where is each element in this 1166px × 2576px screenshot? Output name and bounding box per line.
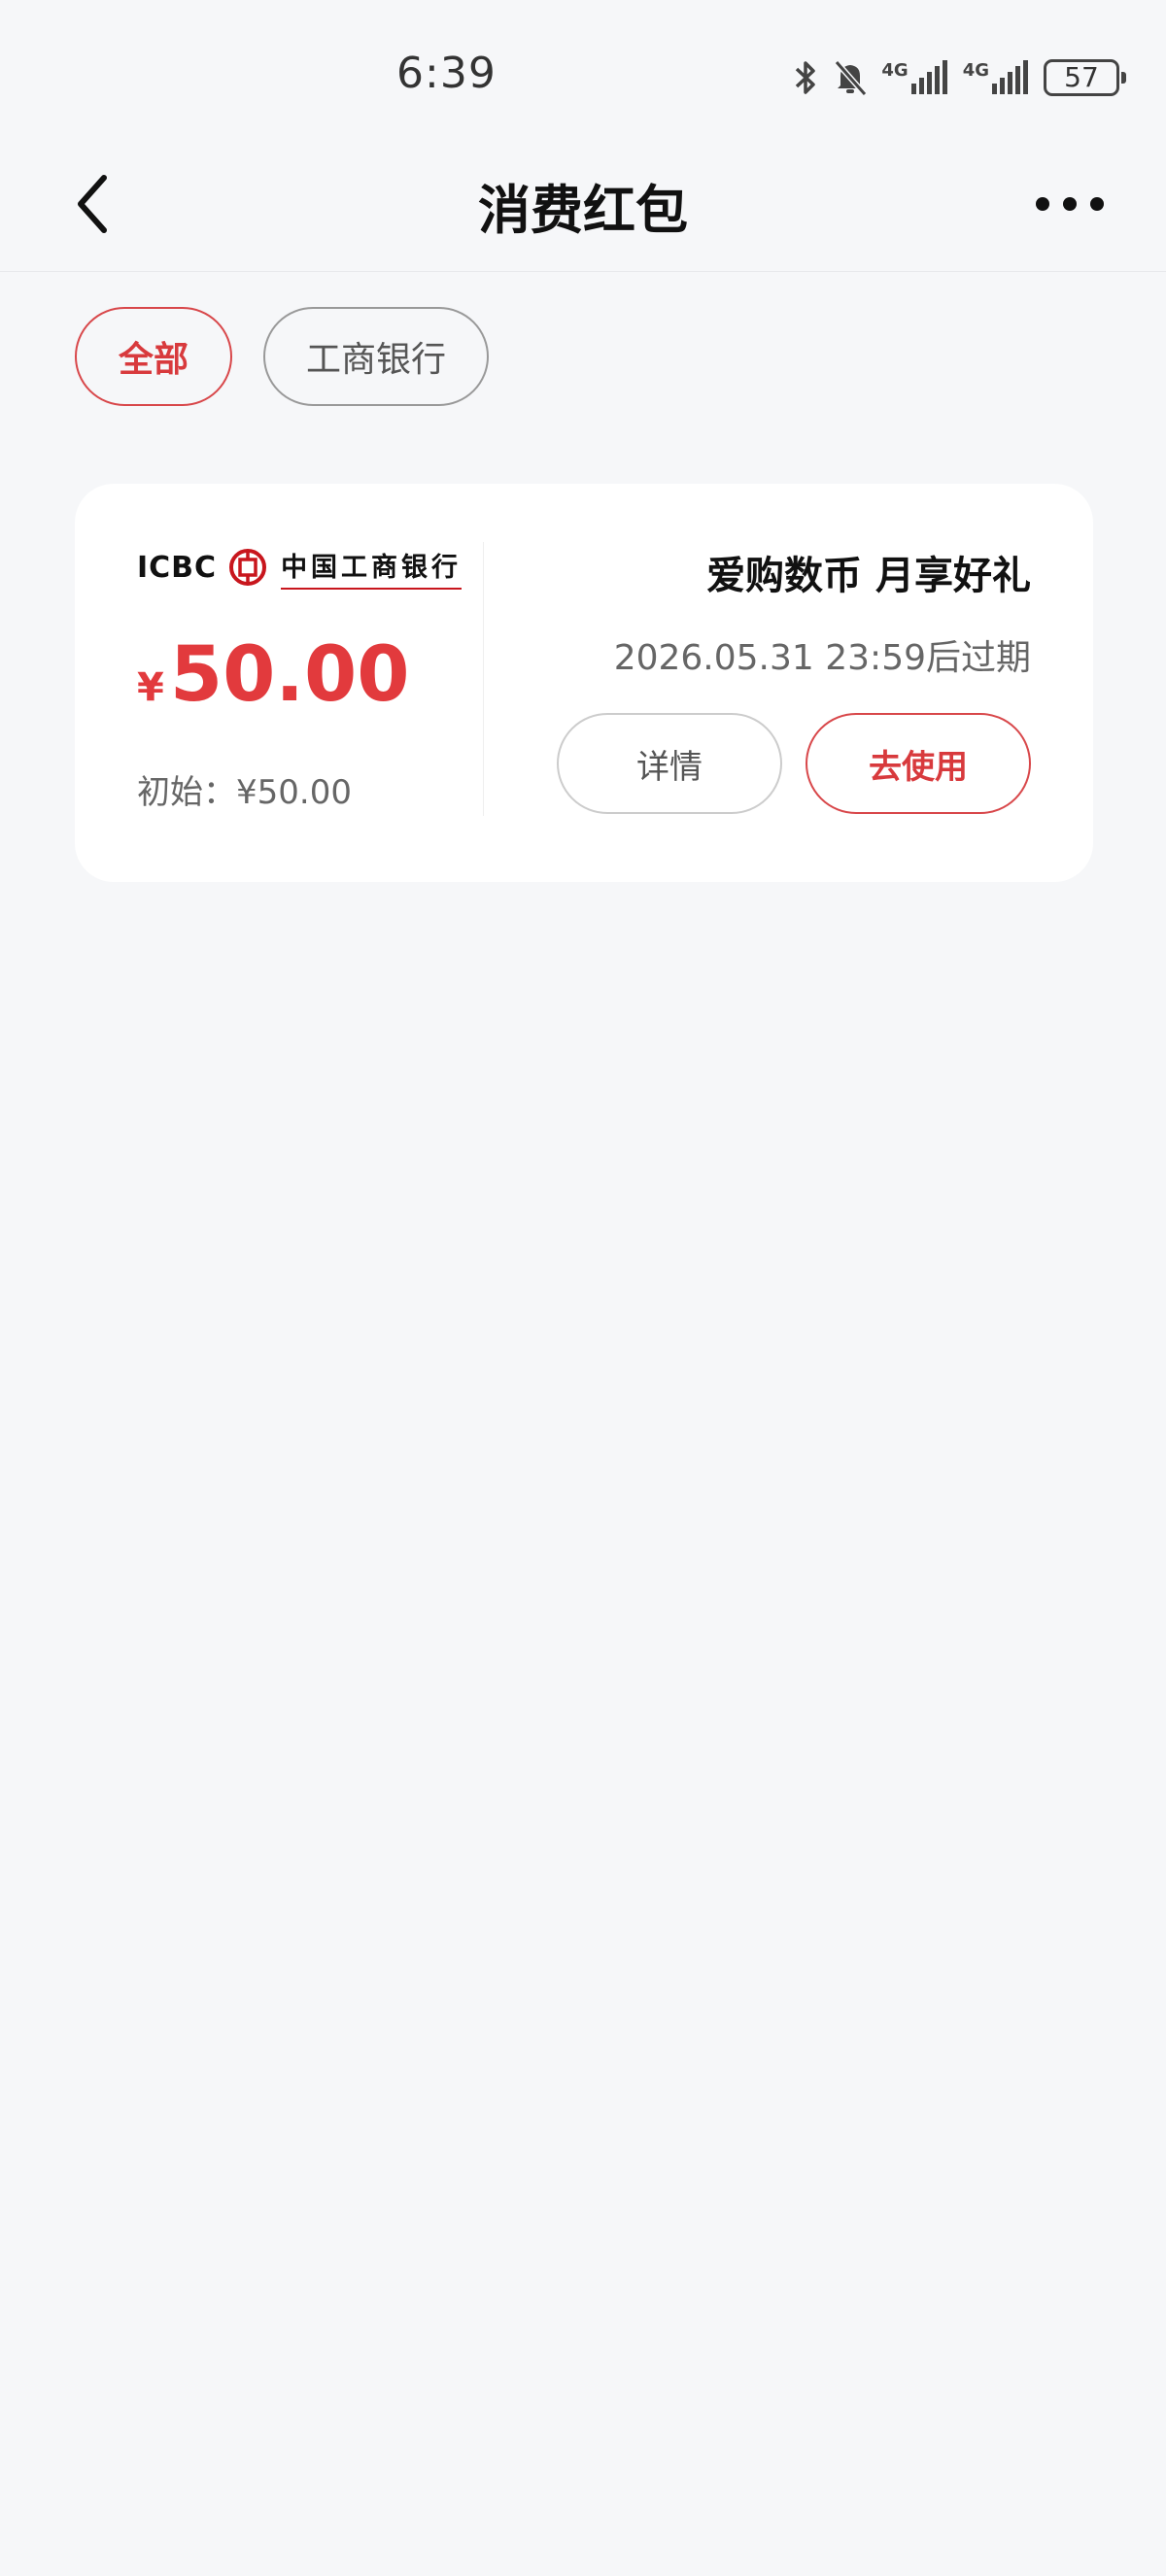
status-time: 6:39: [396, 49, 497, 98]
logo-text-en: ICBC: [137, 550, 218, 585]
more-button[interactable]: [1036, 175, 1104, 233]
mute-bell-icon: [835, 60, 868, 96]
card-actions: 详情 去使用: [557, 713, 1031, 814]
page-title: 消费红包: [478, 180, 688, 241]
use-button[interactable]: 去使用: [806, 713, 1031, 814]
bluetooth-icon: [796, 61, 816, 94]
card-title: 爱购数币 月享好礼: [706, 554, 1031, 598]
red-packet-card: ICBC 中国工商银行 ¥50.00 初始：¥50.00 爱购数币 月享好礼 2…: [75, 484, 1093, 882]
currency-symbol: ¥: [137, 665, 164, 710]
icbc-logo: ICBC 中国工商银行: [137, 546, 506, 590]
detail-button[interactable]: 详情: [557, 713, 782, 814]
signal-icon: 4G: [881, 60, 948, 95]
signal-icon-2: 4G: [963, 60, 1030, 95]
status-icons: 4G 4G 57: [794, 54, 1126, 101]
nav-bar: 消费红包: [0, 146, 1166, 272]
filter-chip-icbc[interactable]: 工商银行: [263, 307, 489, 406]
filter-tabs: 全部 工商银行: [75, 307, 489, 406]
battery-icon: 57: [1044, 59, 1126, 96]
initial-amount: 初始：¥50.00: [137, 773, 352, 812]
filter-chip-all[interactable]: 全部: [75, 307, 232, 406]
card-expiry: 2026.05.31 23:59后过期: [613, 638, 1031, 678]
card-divider: [483, 542, 484, 816]
icbc-seal-icon: [229, 549, 267, 586]
card-amount-section: ICBC 中国工商银行 ¥50.00 初始：¥50.00: [137, 546, 506, 818]
logo-text-cn: 中国工商银行: [281, 546, 463, 590]
status-bar: 6:39 4G 4G 57: [0, 0, 1166, 146]
more-dots-icon: [1036, 197, 1049, 211]
amount: ¥50.00: [137, 631, 410, 719]
card-info-section: 爱购数币 月享好礼 2026.05.31 23:59后过期: [614, 544, 1031, 680]
amount-value: 50.00: [169, 631, 410, 719]
